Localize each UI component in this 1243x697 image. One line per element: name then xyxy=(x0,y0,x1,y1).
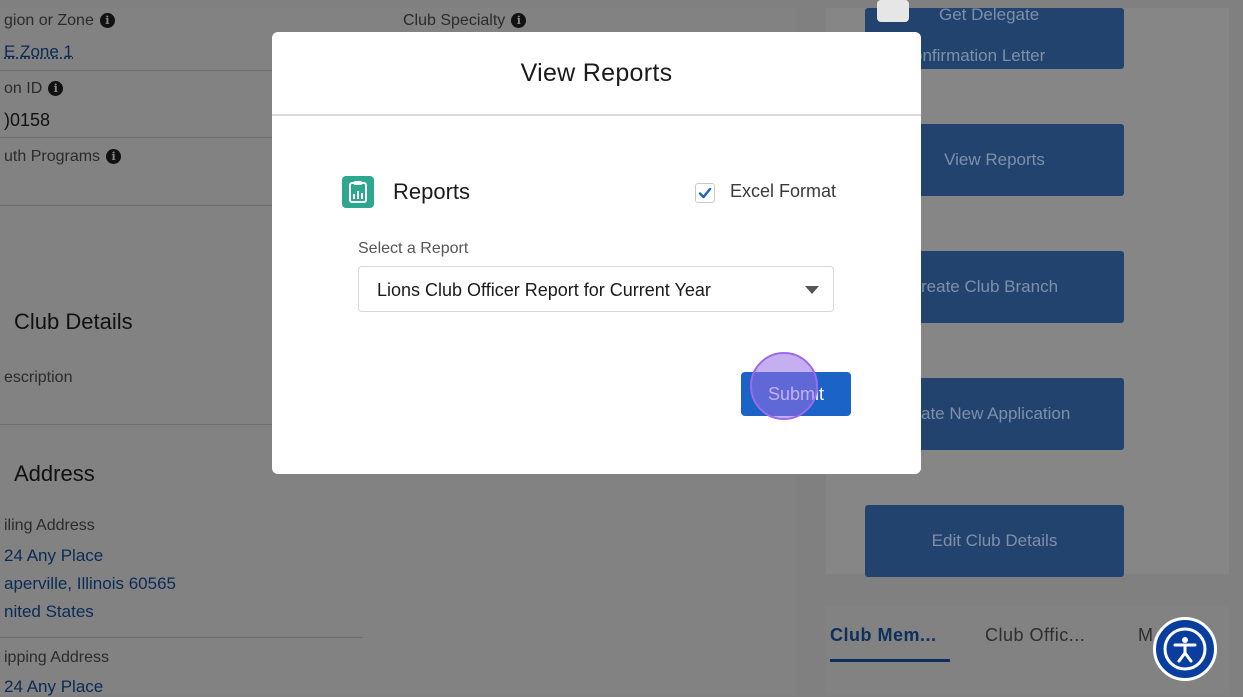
youth-field-label: uth Programs i xyxy=(4,148,122,166)
mailing-address-line1[interactable]: 24 Any Place xyxy=(4,546,103,566)
description-label: escription xyxy=(4,369,73,386)
active-tab-indicator xyxy=(830,659,950,662)
specialty-field-label: Club Specialty i xyxy=(403,12,527,30)
delegate-line1: Get Delegate xyxy=(939,5,1040,24)
report-icon xyxy=(342,176,374,208)
accessibility-button[interactable] xyxy=(1153,617,1217,681)
report-icon-glyph xyxy=(349,181,367,203)
shipping-address-line1[interactable]: 24 Any Place xyxy=(4,677,103,697)
chevron-down-icon xyxy=(805,286,819,294)
check-icon xyxy=(698,187,712,199)
modal-header: View Reports xyxy=(272,32,921,116)
tab-club-members[interactable]: Club Mem... xyxy=(830,625,937,646)
view-reports-modal: View Reports Reports Excel Format Select… xyxy=(272,32,921,474)
id-value: )0158 xyxy=(4,110,51,130)
id-field-label: on ID i xyxy=(4,80,64,98)
excel-format-checkbox[interactable] xyxy=(695,183,715,203)
mailing-address-line2[interactable]: aperville, Illinois 60565 xyxy=(4,574,176,594)
shipping-address-label: ipping Address xyxy=(4,649,109,666)
mailing-address-line3[interactable]: nited States xyxy=(4,602,94,622)
youth-label-text: uth Programs xyxy=(4,148,101,165)
excel-format-label: Excel Format xyxy=(730,181,837,201)
modal-title: View Reports xyxy=(520,59,673,87)
mailing-address-label: iling Address xyxy=(4,517,95,534)
report-select[interactable]: Lions Club Officer Report for Current Ye… xyxy=(358,266,834,312)
club-details-heading: Club Details xyxy=(14,309,133,334)
info-icon[interactable]: i xyxy=(48,81,64,97)
info-icon[interactable]: i xyxy=(99,13,115,29)
click-indicator xyxy=(750,352,818,420)
tab-club-officers[interactable]: Club Offic... xyxy=(985,625,1085,646)
specialty-label-text: Club Specialty xyxy=(403,12,506,29)
id-label-text: on ID xyxy=(4,80,43,97)
info-icon[interactable]: i xyxy=(106,149,122,165)
accessibility-icon xyxy=(1163,627,1207,671)
report-select-value: Lions Club Officer Report for Current Ye… xyxy=(377,280,711,300)
region-field-label: gion or Zone i xyxy=(4,12,115,30)
tab-more[interactable]: M xyxy=(1138,625,1154,646)
address-heading: Address xyxy=(14,461,95,486)
divider xyxy=(0,637,363,638)
edit-club-details-button[interactable]: Edit Club Details xyxy=(865,505,1124,577)
reports-section-title: Reports xyxy=(393,179,471,204)
select-report-label: Select a Report xyxy=(358,240,469,257)
region-label-text: gion or Zone xyxy=(4,12,94,29)
region-value-link[interactable]: E Zone 1 xyxy=(4,42,73,62)
info-icon[interactable]: i xyxy=(511,13,527,29)
